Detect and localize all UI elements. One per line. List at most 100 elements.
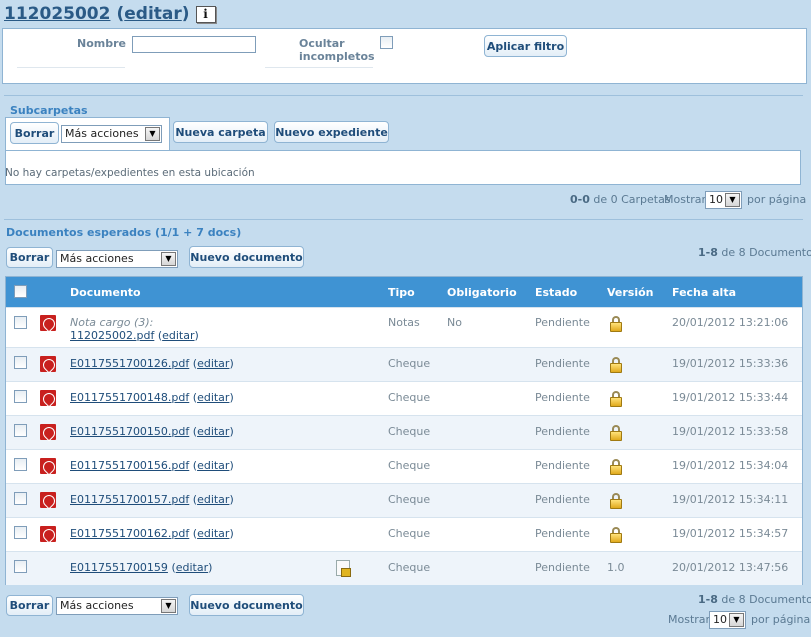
- title-open-paren: (: [116, 4, 125, 24]
- document-edit-link[interactable]: editar: [197, 527, 229, 540]
- documents-pager-range-bottom: 1-8: [698, 593, 718, 606]
- table-row[interactable]: E0117551700150.pdf (editar) Cheque Pendien…: [6, 415, 802, 449]
- document-file-link[interactable]: E0117551700148.pdf: [70, 391, 189, 404]
- table-row[interactable]: E0117551700159 (editar) Cheque Pendiente 1.…: [6, 551, 802, 585]
- document-edit-link[interactable]: editar: [197, 425, 229, 438]
- row-checkbox[interactable]: [14, 316, 27, 329]
- info-icon[interactable]: i: [195, 5, 216, 23]
- subfolders-per-page-select[interactable]: 10 ▼: [705, 191, 742, 209]
- lock-icon[interactable]: [610, 493, 622, 509]
- document-created-date: 20/01/2012 13:21:06: [672, 316, 789, 329]
- lock-icon[interactable]: [610, 527, 622, 543]
- document-note: Nota cargo (3):: [70, 316, 154, 329]
- document-file-link[interactable]: E0117551700156.pdf: [70, 459, 189, 472]
- document-edit-link[interactable]: editar: [197, 493, 229, 506]
- edit-folder-link[interactable]: editar: [124, 4, 182, 24]
- page-header: 112025002 (editar) i: [4, 2, 216, 26]
- documents-pager-text-top: de 8 Documentos: [721, 246, 811, 259]
- documents-title: Documentos esperados (1/1 + 7 docs): [6, 226, 242, 239]
- document-edit-link[interactable]: editar: [197, 459, 229, 472]
- column-header-created[interactable]: Fecha alta: [672, 286, 736, 299]
- new-file-button[interactable]: Nuevo expediente: [274, 121, 389, 143]
- row-checkbox[interactable]: [14, 492, 27, 505]
- documents-pager-info-bottom: 1-8 de 8 Documentos: [698, 593, 811, 606]
- document-created-date: 19/01/2012 15:33:36: [672, 357, 789, 370]
- document-file-link[interactable]: E0117551700162.pdf: [70, 527, 189, 540]
- row-checkbox[interactable]: [14, 390, 27, 403]
- subfolders-title: Subcarpetas: [10, 104, 88, 117]
- name-filter-input[interactable]: [132, 36, 256, 53]
- folder-title-link[interactable]: 112025002: [4, 4, 110, 24]
- documents-show-label: Mostrar: [668, 613, 711, 626]
- table-row[interactable]: Nota cargo (3): 112025002.pdf (editar) Not…: [6, 307, 802, 347]
- documents-table: Documento Tipo Obligatorio Estado Versió…: [5, 276, 803, 585]
- document-status: Pendiente: [535, 391, 590, 404]
- table-row[interactable]: E0117551700157.pdf (editar) Cheque Pendien…: [6, 483, 802, 517]
- new-document-button-bottom[interactable]: Nuevo documento: [189, 594, 304, 616]
- column-header-type[interactable]: Tipo: [388, 286, 415, 299]
- document-type: Notas: [388, 316, 420, 329]
- table-row[interactable]: E0117551700148.pdf (editar) Cheque Pendien…: [6, 381, 802, 415]
- column-header-status[interactable]: Estado: [535, 286, 577, 299]
- documents-actions-select[interactable]: Más acciones ▼: [56, 250, 178, 268]
- document-status: Pendiente: [535, 357, 590, 370]
- apply-filter-button[interactable]: Aplicar filtro: [484, 35, 567, 57]
- documents-per-page-select[interactable]: 10 ▼: [709, 611, 746, 629]
- document-created-date: 19/01/2012 15:33:44: [672, 391, 789, 404]
- document-edit-link[interactable]: editar: [162, 329, 194, 342]
- pdf-icon: [40, 390, 56, 406]
- select-all-checkbox[interactable]: [14, 285, 27, 298]
- document-mandatory: No: [447, 316, 462, 329]
- document-file-link[interactable]: E0117551700150.pdf: [70, 425, 189, 438]
- document-type: Cheque: [388, 527, 431, 540]
- documents-delete-button[interactable]: Borrar: [6, 247, 53, 268]
- document-status: Pendiente: [535, 425, 590, 438]
- column-header-version[interactable]: Versión: [607, 286, 654, 299]
- table-row[interactable]: E0117551700162.pdf (editar) Cheque Pendien…: [6, 517, 802, 551]
- documents-pager-text-bottom: de 8 Documentos: [721, 593, 811, 606]
- new-document-button-top[interactable]: Nuevo documento: [189, 246, 304, 268]
- table-header: Documento Tipo Obligatorio Estado Versió…: [6, 277, 802, 307]
- row-checkbox[interactable]: [14, 458, 27, 471]
- document-file-link[interactable]: E0117551700159: [70, 561, 168, 574]
- subfolders-per-page-label: por página: [747, 193, 807, 206]
- lock-icon[interactable]: [610, 425, 622, 441]
- documents-per-page-value: 10: [713, 613, 727, 626]
- subfolders-show-label: Mostrar: [664, 193, 707, 206]
- document-type: Cheque: [388, 493, 431, 506]
- table-row[interactable]: E0117551700126.pdf (editar) Cheque Pendien…: [6, 347, 802, 381]
- document-edit-link[interactable]: editar: [197, 357, 229, 370]
- table-row[interactable]: E0117551700156.pdf (editar) Cheque Pendien…: [6, 449, 802, 483]
- row-checkbox[interactable]: [14, 424, 27, 437]
- row-checkbox[interactable]: [14, 560, 27, 573]
- document-edit-link[interactable]: editar: [197, 391, 229, 404]
- document-status: Pendiente: [535, 527, 590, 540]
- document-created-date: 19/01/2012 15:34:11: [672, 493, 789, 506]
- document-created-date: 19/01/2012 15:34:57: [672, 527, 789, 540]
- chevron-down-icon: ▼: [161, 599, 176, 613]
- document-file-link[interactable]: E0117551700126.pdf: [70, 357, 189, 370]
- filter-panel: Nombre Ocultar incompletos Aplicar filtr…: [2, 28, 807, 84]
- documents-pager-range-top: 1-8: [698, 246, 718, 259]
- new-folder-button[interactable]: Nueva carpeta: [173, 121, 268, 143]
- document-type: Cheque: [388, 459, 431, 472]
- subfolders-per-page-value: 10: [709, 193, 723, 206]
- row-checkbox[interactable]: [14, 356, 27, 369]
- column-header-document[interactable]: Documento: [70, 286, 141, 299]
- lock-icon[interactable]: [610, 357, 622, 373]
- documents-actions-select-bottom[interactable]: Más acciones ▼: [56, 597, 178, 615]
- lock-icon[interactable]: [610, 316, 622, 332]
- subfolders-empty-message: No hay carpetas/expedientes en esta ubic…: [5, 167, 255, 179]
- subfolders-delete-button[interactable]: Borrar: [10, 122, 59, 144]
- row-checkbox[interactable]: [14, 526, 27, 539]
- column-header-mandatory[interactable]: Obligatorio: [447, 286, 517, 299]
- subfolders-actions-value: Más acciones: [65, 127, 139, 140]
- lock-icon[interactable]: [610, 459, 622, 475]
- subfolders-actions-select[interactable]: Más acciones ▼: [61, 125, 162, 143]
- lock-icon[interactable]: [610, 391, 622, 407]
- document-file-link[interactable]: E0117551700157.pdf: [70, 493, 189, 506]
- document-file-link[interactable]: 112025002.pdf: [70, 329, 154, 342]
- documents-delete-button-bottom[interactable]: Borrar: [6, 595, 53, 616]
- document-edit-link[interactable]: editar: [176, 561, 208, 574]
- hide-incomplete-checkbox[interactable]: [380, 36, 393, 49]
